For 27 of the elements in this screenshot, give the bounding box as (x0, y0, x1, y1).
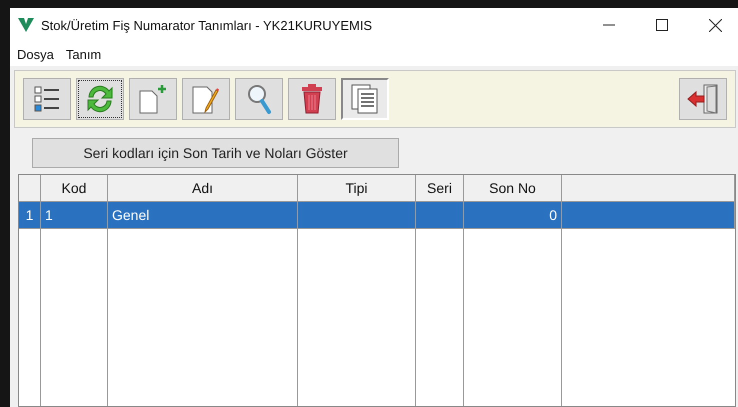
toolbar-button[interactable] (23, 78, 71, 120)
search-icon (245, 83, 273, 115)
new-document-icon (137, 83, 169, 115)
toolbar-button[interactable] (76, 78, 124, 120)
maximize-icon[interactable] (656, 19, 668, 31)
toolbar-button[interactable] (288, 78, 336, 120)
toolbar-button[interactable] (341, 78, 389, 120)
table-cell: 1 (41, 202, 108, 229)
exit-door-icon (686, 83, 720, 115)
table-cell: Genel (108, 202, 298, 229)
show-dates-button[interactable]: Seri kodları için Son Tarih ve Noları Göster (32, 138, 399, 168)
menu-item[interactable]: Tanım (66, 46, 102, 62)
table-row[interactable]: 1 1 Genel 0 (19, 202, 735, 229)
table-cell: 0 (464, 202, 562, 229)
trash-icon (299, 83, 325, 115)
window-title: Stok/Üretim Fiş Numarator Tanımları - YK21KURUYEMIS (41, 18, 374, 32)
documents-icon (350, 83, 380, 115)
toolbar-button[interactable] (182, 78, 230, 120)
menu-item[interactable]: Dosya (17, 46, 54, 62)
toolbar-button[interactable] (235, 78, 283, 120)
close-icon[interactable] (708, 18, 722, 32)
minimize-icon[interactable] (603, 24, 615, 26)
row-number: 1 (19, 202, 41, 229)
exit-button[interactable] (679, 78, 727, 120)
app-logo-icon (18, 18, 34, 32)
toolbar-button[interactable] (129, 78, 177, 120)
list-icon (34, 85, 60, 113)
